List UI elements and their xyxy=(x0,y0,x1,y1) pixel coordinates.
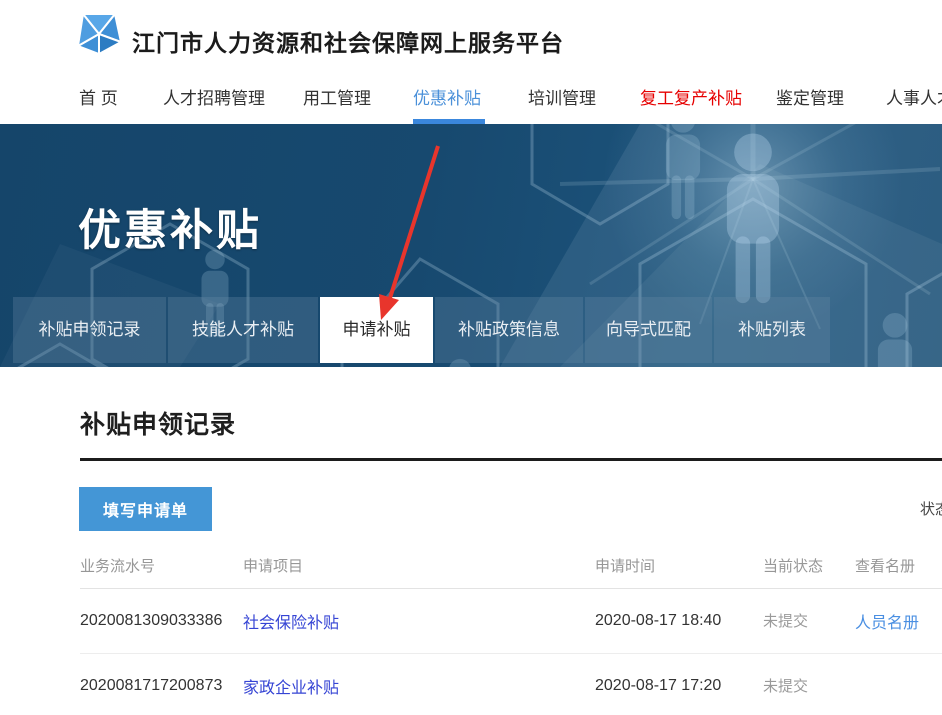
roster-link[interactable]: 人员名册 xyxy=(855,615,919,632)
nav-item-employment[interactable]: 用工管理 xyxy=(303,84,371,109)
tab-subsidy-list[interactable]: 补贴列表 xyxy=(714,297,830,363)
site-header: 江门市人力资源和社会保障网上服务平台 首 页 人才招聘管理 用工管理 优惠补贴 … xyxy=(0,0,942,124)
subsidy-tabbar: 补贴申领记录 技能人才补贴 申请补贴 补贴政策信息 向导式匹配 补贴列表 xyxy=(0,297,942,363)
table-row: 2020081717200873 家政企业补贴 2020-08-17 17:20… xyxy=(80,653,942,715)
serial-number: 2020081309033386 xyxy=(80,588,243,653)
col-header-project: 申请项目 xyxy=(243,543,595,588)
content-panel: 补贴申领记录 填写申请单 状态 业务流水号 申请项目 申请时间 当前状态 查看名… xyxy=(0,367,942,715)
tab-apply-subsidy[interactable]: 申请补贴 xyxy=(320,297,433,363)
tab-guided-matching[interactable]: 向导式匹配 xyxy=(585,297,712,363)
status-badge: 未提交 xyxy=(763,613,808,630)
status-filter-label: 状态 xyxy=(920,498,942,519)
col-header-time: 申请时间 xyxy=(595,543,763,588)
site-logo-icon xyxy=(74,12,124,56)
site-title: 江门市人力资源和社会保障网上服务平台 xyxy=(132,24,564,58)
nav-item-hr-talent[interactable]: 人事人才 xyxy=(886,84,942,109)
table-row: 2020081309033386 社会保险补贴 2020-08-17 18:40… xyxy=(80,588,942,653)
nav-item-resumption-subsidy[interactable]: 复工复产补贴 xyxy=(640,84,742,109)
nav-item-home[interactable]: 首 页 xyxy=(79,84,118,109)
nav-item-recruitment[interactable]: 人才招聘管理 xyxy=(163,84,265,109)
status-badge: 未提交 xyxy=(763,678,808,695)
nav-item-appraisal[interactable]: 鉴定管理 xyxy=(776,84,844,109)
tab-skilled-talent-subsidy[interactable]: 技能人才补贴 xyxy=(168,297,318,363)
project-link[interactable]: 社会保险补贴 xyxy=(243,615,339,632)
col-header-serial: 业务流水号 xyxy=(80,543,243,588)
nav-item-training[interactable]: 培训管理 xyxy=(528,84,596,109)
section-title: 补贴申领记录 xyxy=(80,405,236,441)
section-divider xyxy=(80,458,942,461)
subsidy-records-table: 业务流水号 申请项目 申请时间 当前状态 查看名册 20200813090333… xyxy=(80,543,942,715)
nav-item-subsidy[interactable]: 优惠补贴 xyxy=(413,84,481,109)
tab-subsidy-policy-info[interactable]: 补贴政策信息 xyxy=(435,297,583,363)
table-header-row: 业务流水号 申请项目 申请时间 当前状态 查看名册 xyxy=(80,543,942,588)
apply-time: 2020-08-17 18:40 xyxy=(595,588,763,653)
apply-time: 2020-08-17 17:20 xyxy=(595,653,763,715)
main-nav: 首 页 人才招聘管理 用工管理 优惠补贴 培训管理 复工复产补贴 鉴定管理 人事… xyxy=(0,84,942,114)
hero-title: 优惠补贴 xyxy=(78,196,262,258)
tab-subsidy-records[interactable]: 补贴申领记录 xyxy=(13,297,166,363)
col-header-status: 当前状态 xyxy=(763,543,855,588)
col-header-roster: 查看名册 xyxy=(855,543,942,588)
fill-application-button[interactable]: 填写申请单 xyxy=(79,487,212,531)
serial-number: 2020081717200873 xyxy=(80,653,243,715)
project-link[interactable]: 家政企业补贴 xyxy=(243,680,339,697)
